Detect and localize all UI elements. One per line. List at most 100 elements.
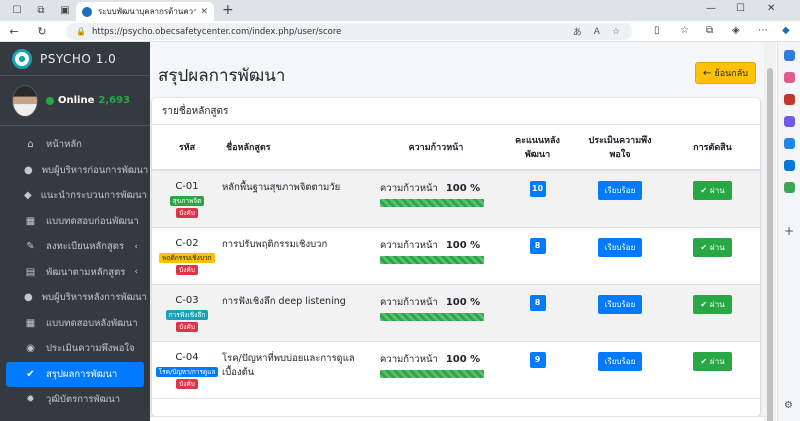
- progress-track: [380, 312, 484, 321]
- close-tab-icon[interactable]: ✕: [200, 7, 208, 17]
- page-scrollbar[interactable]: [764, 42, 776, 421]
- decision-cell: ✔ ผ่าน: [665, 284, 760, 342]
- progress-bar: [380, 199, 484, 207]
- category-badge: พฤติกรรมเชิงบวก: [159, 252, 215, 263]
- score-badge: 9: [529, 351, 546, 368]
- pass-button[interactable]: ✔ ผ่าน: [693, 237, 732, 257]
- course-code: C-04: [175, 351, 199, 363]
- pass-button[interactable]: ✔ ผ่าน: [693, 351, 732, 371]
- eval-status-button[interactable]: เรียบร้อย: [597, 181, 643, 200]
- progress-bar: [380, 369, 484, 378]
- favorites-icon[interactable]: ☆: [680, 25, 689, 36]
- collections-toolbar-icon[interactable]: ⧉: [706, 25, 713, 36]
- brand-logo-icon: ●: [12, 48, 32, 69]
- layers-icon: ▤: [25, 266, 36, 278]
- score-badge: 10: [529, 181, 546, 197]
- sidebar-item-label: ประเมินความพึงพอใจ: [46, 343, 135, 355]
- page-footer: [150, 416, 764, 421]
- col-name: ชื่อหลักสูตร: [222, 125, 372, 171]
- table-row: C-01 สุขภาพจิต บังคับ หลักพื้นฐานสุขภาพจิตต…: [152, 170, 760, 228]
- outlook-icon[interactable]: [784, 160, 795, 171]
- sidebar-item-0[interactable]: ⌂ หน้าหลัก: [6, 132, 144, 158]
- maximize-icon[interactable]: ☐: [736, 3, 745, 14]
- code-cell: C-03 การฟังเชิงลึก บังคับ: [152, 284, 222, 342]
- score-badge: 8: [529, 237, 546, 254]
- user-icon: ●: [24, 164, 33, 176]
- tab-actions-icon[interactable]: ▣: [58, 4, 72, 18]
- settings-gear-icon[interactable]: ⚙: [784, 400, 795, 411]
- minimize-icon[interactable]: —: [706, 3, 716, 14]
- progress-percent: 100 %: [445, 353, 481, 365]
- online-status-icon: [46, 96, 54, 105]
- progress-label: ความก้าวหน้า: [380, 183, 438, 194]
- sidebar-item-1[interactable]: ● พบผู้บริหารก่อนการพัฒนา: [6, 158, 148, 184]
- sidebar-item-label: แบบทดสอบก่อนพัฒนา: [46, 215, 139, 227]
- required-badge: บังคับ: [176, 208, 198, 218]
- add-icon[interactable]: +: [784, 225, 795, 237]
- sidebar-item-7[interactable]: ▦ แบบทดสอบหลังพัฒนา: [6, 311, 144, 337]
- translate-icon[interactable]: あ: [573, 25, 582, 38]
- pass-button[interactable]: ✔ ผ่าน: [693, 294, 732, 314]
- eval-cell: เรียบร้อย: [575, 227, 665, 285]
- tools-icon[interactable]: [784, 94, 795, 105]
- read-aloud-icon[interactable]: A: [594, 27, 600, 37]
- progress-bar: [380, 255, 484, 264]
- table-icon: ▦: [25, 317, 36, 329]
- sidebar-item-label: พบผู้บริหารหลังการพัฒนา: [41, 292, 148, 304]
- split-screen-icon[interactable]: ▯: [654, 25, 660, 36]
- sidebar-item-5[interactable]: ▤ พัฒนาตามหลักสูตร ‹: [6, 260, 144, 286]
- eval-status-button[interactable]: เรียบร้อย: [597, 237, 643, 257]
- close-window-icon[interactable]: ✕: [767, 3, 775, 14]
- sidebar-item-label: พัฒนาตามหลักสูตร: [46, 266, 126, 278]
- score-cell: 8: [500, 284, 575, 342]
- url-text[interactable]: https://psycho.obecsafetycenter.com/inde…: [92, 27, 573, 37]
- sidebar-item-8[interactable]: ◉ ประเมินความพึงพอใจ: [6, 336, 144, 362]
- online-label: Online: [58, 95, 95, 106]
- avatar[interactable]: [12, 84, 38, 117]
- table-row: C-03 การฟังเชิงลึก บังคับ การฟังเชิงลึก dee…: [152, 284, 760, 342]
- copilot-icon[interactable]: ◆: [782, 25, 790, 36]
- office-icon[interactable]: [784, 138, 795, 149]
- drop-icon[interactable]: [784, 182, 795, 193]
- search-icon[interactable]: [784, 50, 795, 61]
- sidebar-item-9[interactable]: ✔ สรุปผลการพัฒนา: [6, 361, 144, 387]
- collections-icon[interactable]: ⧉: [34, 4, 48, 18]
- back-button[interactable]: ← ย้อนกลับ: [695, 62, 756, 84]
- address-bar[interactable]: 🔒 https://psycho.obecsafetycenter.com/in…: [66, 23, 632, 40]
- games-icon[interactable]: [784, 116, 795, 127]
- home-icon: ⌂: [27, 139, 34, 151]
- pass-button[interactable]: ✔ ผ่าน: [693, 181, 732, 200]
- course-name: โรค/ปัญหาที่พบบ่อยและการดูแลเบื้องต้น: [222, 341, 372, 399]
- progress-cell: ความก้าวหน้า 100 %: [372, 170, 500, 228]
- profile-icon[interactable]: ☐: [10, 4, 24, 18]
- sidebar-item-6[interactable]: ● พบผู้บริหารหลังการพัฒนา: [6, 285, 148, 311]
- sidebar-item-3[interactable]: ▦ แบบทดสอบก่อนพัฒนา: [6, 209, 144, 235]
- sidebar-menu: ⌂ หน้าหลัก ● พบผู้บริหารก่อนการพัฒนา ◆ แนะนำก…: [0, 126, 150, 413]
- brand-text: PSYCHO 1.0: [40, 51, 117, 66]
- lock-icon[interactable]: 🔒: [76, 27, 86, 36]
- sidebar-item-10[interactable]: ✹ วุฒิบัตรการพัฒนา: [6, 387, 144, 413]
- score-cell: 10: [500, 170, 575, 228]
- table-row: C-02 พฤติกรรมเชิงบวก บังคับ การปรับพฤติกรรม…: [152, 227, 760, 285]
- new-tab-button[interactable]: +: [222, 2, 234, 18]
- eval-status-button[interactable]: เรียบร้อย: [597, 351, 643, 371]
- course-name: การฟังเชิงลึก deep listening: [222, 284, 372, 342]
- reload-icon[interactable]: ↻: [34, 25, 50, 38]
- browser-tab[interactable]: ระบบพัฒนาบุคลากรด้านความปลอดภัย ✕: [76, 2, 214, 21]
- col-progress: ความก้าวหน้า: [372, 125, 500, 171]
- decision-cell: ✔ ผ่าน: [665, 227, 760, 285]
- more-menu-icon[interactable]: ⋯: [758, 25, 768, 36]
- progress-track: [380, 199, 484, 207]
- shopping-icon[interactable]: [784, 72, 795, 83]
- tab-title: ระบบพัฒนาบุคลากรด้านความปลอดภัย: [98, 7, 197, 16]
- score-badge: 8: [529, 294, 546, 311]
- extension-icon[interactable]: ◈: [732, 25, 740, 36]
- favorite-star-icon[interactable]: ☆: [612, 27, 620, 37]
- course-name: หลักพื้นฐานสุขภาพจิตตามวัย: [222, 170, 372, 228]
- sidebar-item-2[interactable]: ◆ แนะนำกระบวนการพัฒนา: [6, 183, 147, 209]
- sidebar-item-4[interactable]: ✎ ลงทะเบียนหลักสูตร ‹: [6, 234, 144, 260]
- eval-status-button[interactable]: เรียบร้อย: [597, 294, 643, 314]
- brand-link[interactable]: ● PSYCHO 1.0: [0, 42, 150, 76]
- back-arrow-icon[interactable]: ←: [6, 25, 22, 38]
- scroll-thumb[interactable]: [767, 68, 773, 421]
